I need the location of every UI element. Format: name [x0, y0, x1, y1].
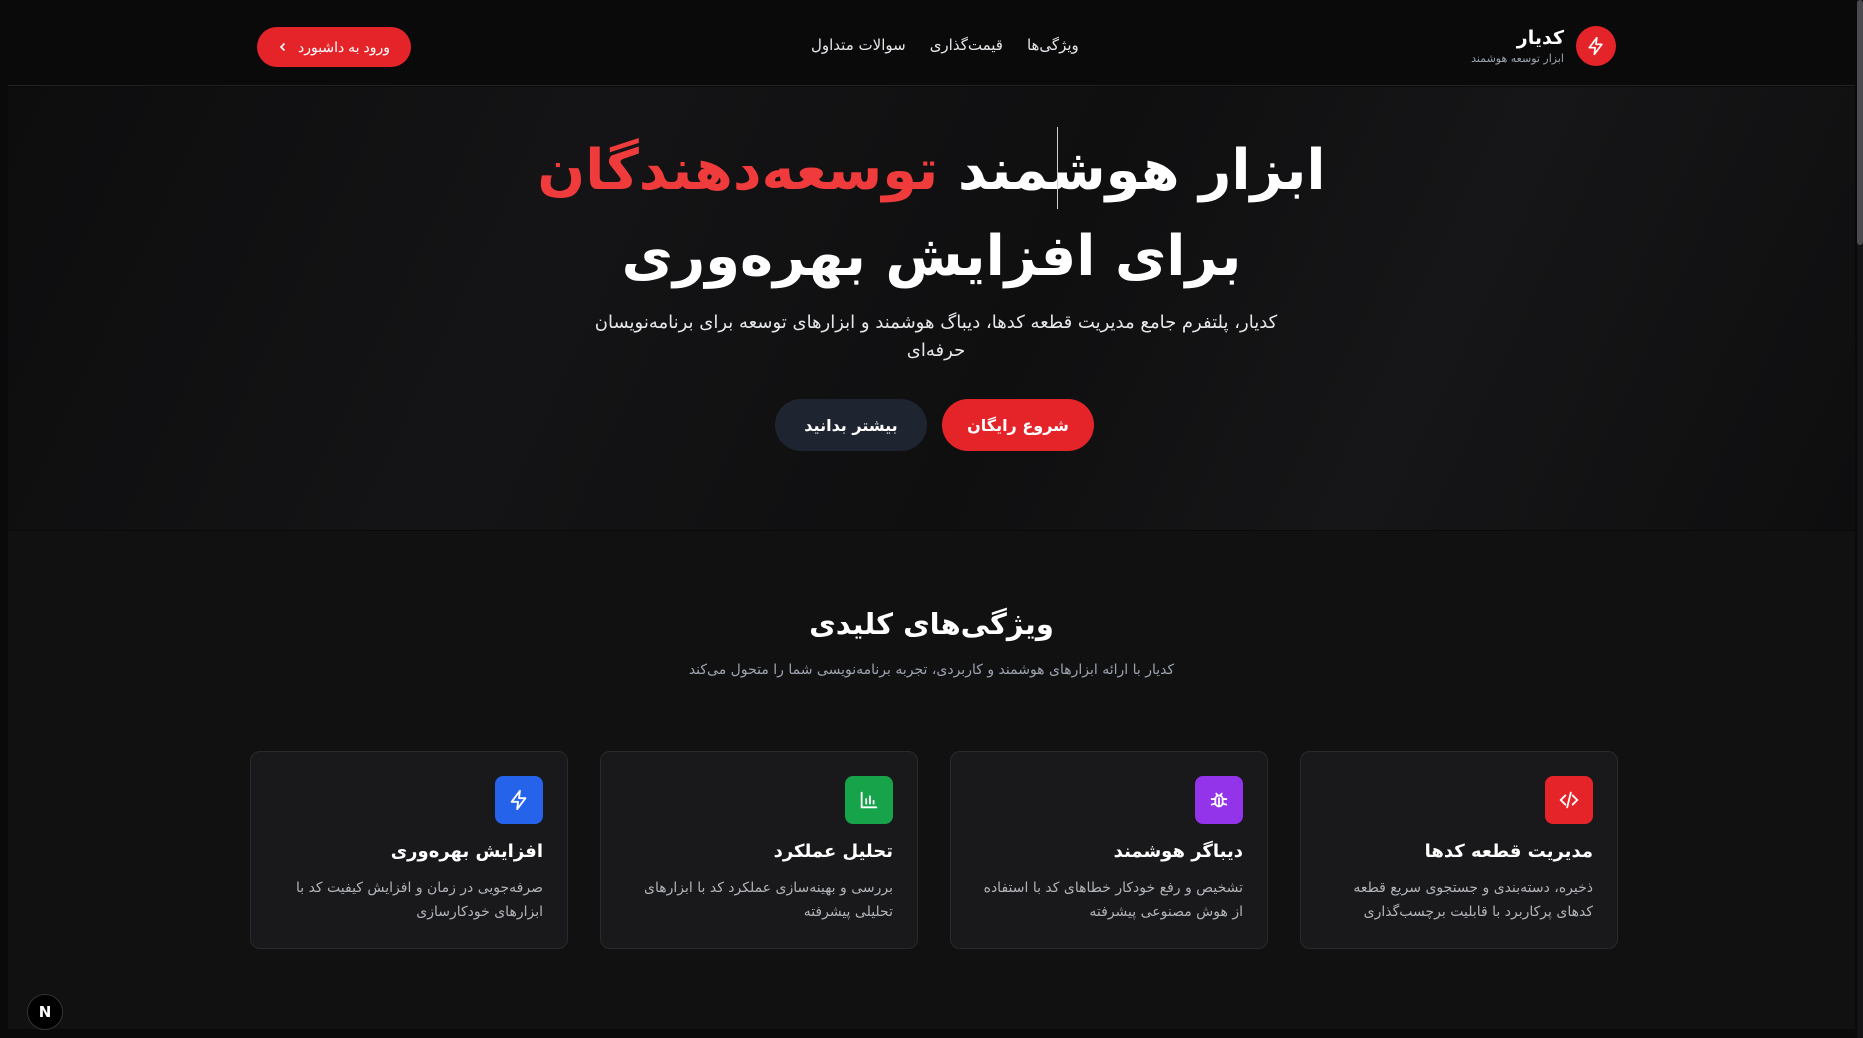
feature-title: مدیریت قطعه کدها	[1424, 841, 1593, 862]
feature-card-snippets: مدیریت قطعه کدها ذخیره، دسته‌بندی و جستج…	[1300, 751, 1618, 949]
nav-faq[interactable]: سوالات متداول	[811, 36, 906, 54]
hero-section: ابزار هوشمند توسعه‌دهندگان برای افزایش ب…	[8, 87, 1855, 530]
hero-title-accent: توسعه‌دهندگان	[537, 138, 939, 203]
login-dashboard-button[interactable]: ورود به داشبورد	[257, 27, 411, 67]
hero-description: کدیار، پلتفرم جامع مدیریت قطعه کدها، دیب…	[594, 312, 1278, 361]
start-free-button[interactable]: شروع رایگان	[942, 399, 1094, 451]
feature-title: تحلیل عملکرد	[773, 841, 893, 862]
bug-icon	[1195, 776, 1243, 824]
nav-features[interactable]: ویژگی‌ها	[1027, 36, 1079, 54]
hero-title-line1: ابزار هوشمند توسعه‌دهندگان	[8, 129, 1855, 213]
text-cursor	[1057, 127, 1058, 209]
page: کدیار ابزار توسعه هوشمند ویژگی‌ها قیمت‌گ…	[0, 0, 1863, 1038]
lightning-icon	[1576, 26, 1616, 66]
scrollbar[interactable]	[1857, 0, 1863, 1038]
scrollbar-thumb[interactable]	[1857, 0, 1863, 245]
feature-card-performance: تحلیل عملکرد بررسی و بهینه‌سازی عملکرد ک…	[600, 751, 918, 949]
dev-tools-badge[interactable]: N	[27, 994, 63, 1030]
hero-title-line2: برای افزایش بهره‌وری	[621, 224, 1242, 289]
features-section: ویژگی‌های کلیدی کدیار با ارائه ابزارهای …	[8, 531, 1855, 1029]
main-nav: ویژگی‌ها قیمت‌گذاری سوالات متداول	[811, 36, 1079, 54]
feature-card-debugger: دیباگر هوشمند تشخیص و رفع خودکار خطاهای …	[950, 751, 1268, 949]
hero-title-part1: ابزار هوشمند	[957, 138, 1326, 203]
feature-desc: ذخیره، دسته‌بندی و جستجوی سریع قطعه کدها…	[1353, 880, 1593, 920]
login-label: ورود به داشبورد	[297, 38, 390, 55]
brand[interactable]: کدیار ابزار توسعه هوشمند	[1471, 26, 1616, 66]
features-subtitle: کدیار با ارائه ابزارهای هوشمند و کاربردی…	[688, 662, 1175, 678]
chevron-left-icon	[278, 39, 288, 55]
code-icon	[1545, 776, 1593, 824]
lightning-icon	[495, 776, 543, 824]
nav-pricing[interactable]: قیمت‌گذاری	[930, 36, 1003, 54]
site-header: کدیار ابزار توسعه هوشمند ویژگی‌ها قیمت‌گ…	[8, 0, 1855, 86]
feature-title: افزایش بهره‌وری	[390, 841, 543, 862]
feature-desc: صرفه‌جویی در زمان و افزایش کیفیت کد با ا…	[295, 880, 543, 920]
feature-title: دیباگر هوشمند	[1113, 841, 1243, 862]
brand-tagline: ابزار توسعه هوشمند	[1471, 52, 1564, 65]
brand-name: کدیار	[1516, 27, 1564, 49]
feature-card-productivity: افزایش بهره‌وری صرفه‌جویی در زمان و افزا…	[250, 751, 568, 949]
feature-desc: تشخیص و رفع خودکار خطاهای کد با استفاده …	[983, 880, 1243, 920]
bar-chart-icon	[845, 776, 893, 824]
features-title: ویژگی‌های کلیدی	[809, 607, 1054, 641]
learn-more-button[interactable]: بیشتر بدانید	[775, 399, 927, 451]
feature-desc: بررسی و بهینه‌سازی عملکرد کد با ابزارهای…	[644, 880, 893, 920]
